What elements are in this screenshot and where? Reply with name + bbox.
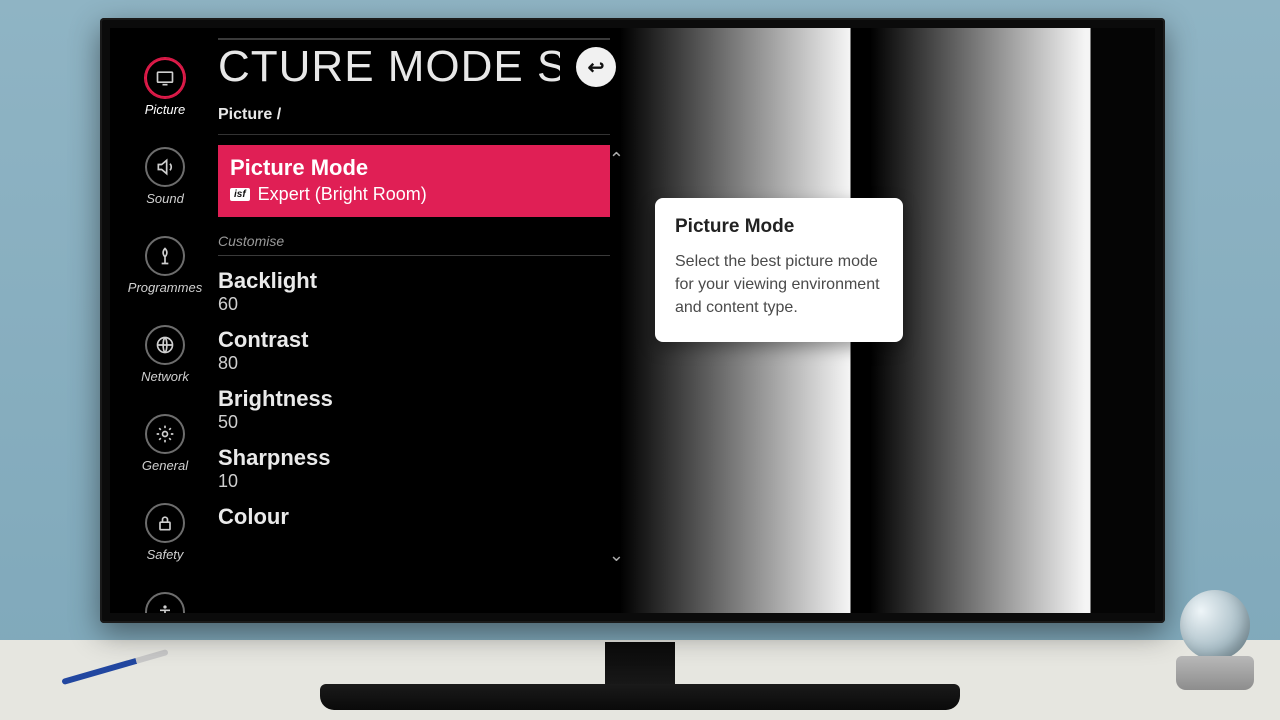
setting-value: 10 bbox=[218, 471, 610, 492]
setting-value-line: isf Expert (Bright Room) bbox=[230, 184, 598, 205]
sidenav-label: Programmes bbox=[128, 280, 202, 295]
divider bbox=[218, 134, 610, 135]
sidenav-label: Picture bbox=[145, 102, 185, 117]
tooltip-card: Picture Mode Select the best picture mod… bbox=[655, 198, 903, 342]
globe-decoration bbox=[1180, 590, 1250, 660]
tv-icon bbox=[145, 58, 185, 98]
sidenav-label: Sound bbox=[146, 191, 184, 206]
person-icon bbox=[145, 592, 185, 613]
setting-name: Brightness bbox=[218, 386, 610, 412]
settings-panel: CTURE MODE SE ↩ Picture / ⌃ Picture Mode… bbox=[218, 38, 610, 530]
sidenav-item-network[interactable]: Network bbox=[141, 325, 189, 384]
sidenav-label: General bbox=[142, 458, 188, 473]
tooltip-title: Picture Mode bbox=[675, 216, 883, 238]
setting-row-sharpness[interactable]: Sharpness 10 bbox=[218, 433, 610, 492]
globe-base-decoration bbox=[1176, 656, 1254, 690]
setting-name: Sharpness bbox=[218, 445, 610, 471]
settings-list: ⌃ Picture Mode isf Expert (Bright Room) … bbox=[218, 145, 610, 530]
setting-name: Picture Mode bbox=[230, 155, 598, 181]
tv-bezel: Picture Sound Programmes Network bbox=[100, 18, 1165, 623]
setting-name: Colour bbox=[218, 504, 610, 530]
setting-row-contrast[interactable]: Contrast 80 bbox=[218, 315, 610, 374]
sidenav-item-safety[interactable]: Safety bbox=[145, 503, 185, 562]
settings-sidenav: Picture Sound Programmes Network bbox=[124, 58, 206, 613]
setting-row-backlight[interactable]: Backlight 60 bbox=[218, 256, 610, 315]
chevron-down-icon[interactable]: ⌄ bbox=[609, 545, 624, 566]
setting-value: 60 bbox=[218, 294, 610, 315]
sidenav-item-accessibility[interactable]: Accessibility bbox=[130, 592, 201, 613]
back-icon: ↩ bbox=[588, 55, 605, 80]
setting-name: Contrast bbox=[218, 327, 610, 353]
tv-screen: Picture Sound Programmes Network bbox=[110, 28, 1155, 613]
sidenav-item-programmes[interactable]: Programmes bbox=[128, 236, 202, 295]
tv-stand-base bbox=[320, 684, 960, 710]
globe-icon bbox=[145, 325, 185, 365]
lock-icon bbox=[145, 503, 185, 543]
sidenav-label: Network bbox=[141, 369, 189, 384]
page-title: CTURE MODE SE bbox=[218, 42, 560, 92]
setting-row-brightness[interactable]: Brightness 50 bbox=[218, 374, 610, 433]
setting-row-colour[interactable]: Colour bbox=[218, 492, 610, 530]
antenna-icon bbox=[145, 236, 185, 276]
section-customise: Customise bbox=[218, 217, 610, 256]
isf-badge: isf bbox=[230, 188, 250, 201]
tooltip-body: Select the best picture mode for your vi… bbox=[675, 250, 883, 320]
sidenav-label: Safety bbox=[147, 547, 184, 562]
back-button[interactable]: ↩ bbox=[576, 47, 616, 87]
sidenav-item-sound[interactable]: Sound bbox=[145, 147, 185, 206]
setting-name: Backlight bbox=[218, 268, 610, 294]
setting-value: Expert (Bright Room) bbox=[258, 184, 427, 205]
sidenav-item-picture[interactable]: Picture bbox=[145, 58, 185, 117]
gear-icon bbox=[145, 414, 185, 454]
setting-value: 50 bbox=[218, 412, 610, 433]
setting-value: 80 bbox=[218, 353, 610, 374]
setting-row-picture-mode[interactable]: Picture Mode isf Expert (Bright Room) bbox=[218, 145, 610, 217]
speaker-icon bbox=[145, 147, 185, 187]
breadcrumb: Picture / bbox=[218, 106, 610, 124]
chevron-up-icon[interactable]: ⌃ bbox=[609, 149, 624, 170]
sidenav-item-general[interactable]: General bbox=[142, 414, 188, 473]
